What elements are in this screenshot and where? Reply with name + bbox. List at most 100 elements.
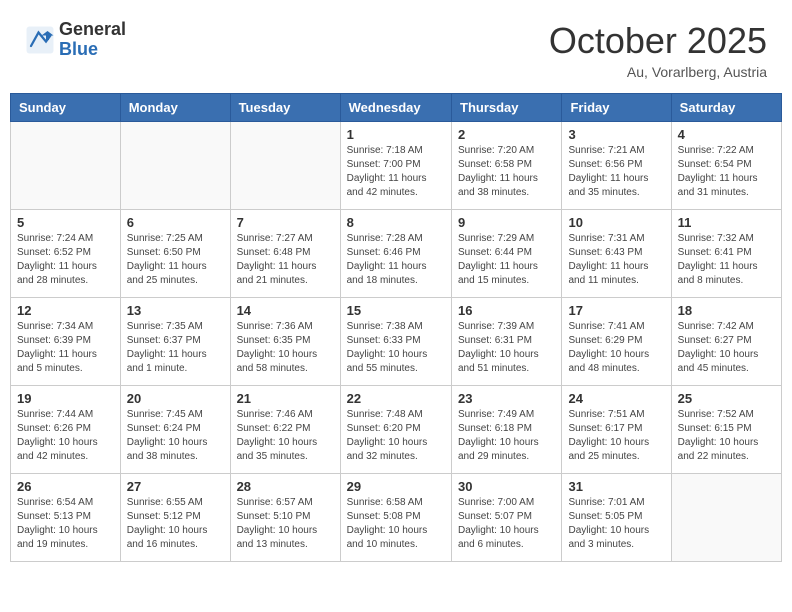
calendar-cell: 10 Sunrise: 7:31 AM Sunset: 6:43 PM Dayli… xyxy=(562,210,671,298)
calendar-cell: 24 Sunrise: 7:51 AM Sunset: 6:17 PM Dayli… xyxy=(562,386,671,474)
logo: General Blue xyxy=(25,20,126,60)
calendar-cell: 29Sunrise: 6:58 AM Sunset: 5:08 PM Dayli… xyxy=(340,474,451,562)
location-subtitle: Au, Vorarlberg, Austria xyxy=(549,64,767,80)
calendar-cell: 11 Sunrise: 7:32 AM Sunset: 6:41 PM Dayli… xyxy=(671,210,781,298)
day-info: Sunrise: 7:36 AM Sunset: 6:35 PM Dayligh… xyxy=(237,320,334,376)
calendar-cell: 27 Sunrise: 6:55 AM Sunset: 5:12 PM Dayli… xyxy=(120,474,230,562)
day-number: 15 xyxy=(347,303,445,318)
day-number: 11 xyxy=(678,215,775,230)
calendar-cell: 9 Sunrise: 7:29 AM Sunset: 6:44 PM Daylig… xyxy=(452,210,562,298)
day-info: Sunrise: 6:54 AM Sunset: 5:13 PM Dayligh… xyxy=(17,496,114,552)
day-number: 17 xyxy=(568,303,664,318)
header-monday: Monday xyxy=(120,94,230,122)
day-number: 30 xyxy=(458,479,555,494)
logo-general-text: General xyxy=(59,20,126,40)
calendar-cell: 22 Sunrise: 7:48 AM Sunset: 6:20 PM Dayli… xyxy=(340,386,451,474)
calendar-cell: 4Sunrise: 7:22 AM Sunset: 6:54 PM Daylig… xyxy=(671,122,781,210)
day-number: 6 xyxy=(127,215,224,230)
calendar-cell: 20 Sunrise: 7:45 AM Sunset: 6:24 PM Dayli… xyxy=(120,386,230,474)
day-number: 12 xyxy=(17,303,114,318)
calendar-cell: 1Sunrise: 7:18 AM Sunset: 7:00 PM Daylig… xyxy=(340,122,451,210)
calendar-week-3: 12Sunrise: 7:34 AM Sunset: 6:39 PM Dayli… xyxy=(11,298,782,386)
day-number: 14 xyxy=(237,303,334,318)
day-number: 4 xyxy=(678,127,775,142)
calendar-table: SundayMondayTuesdayWednesdayThursdayFrid… xyxy=(10,93,782,562)
day-number: 23 xyxy=(458,391,555,406)
day-info: Sunrise: 6:57 AM Sunset: 5:10 PM Dayligh… xyxy=(237,496,334,552)
header-tuesday: Tuesday xyxy=(230,94,340,122)
day-info: Sunrise: 7:32 AM Sunset: 6:41 PM Dayligh… xyxy=(678,232,775,288)
day-number: 5 xyxy=(17,215,114,230)
logo-icon xyxy=(25,25,55,55)
day-number: 31 xyxy=(568,479,664,494)
calendar-week-5: 26 Sunrise: 6:54 AM Sunset: 5:13 PM Dayli… xyxy=(11,474,782,562)
calendar-cell: 6 Sunrise: 7:25 AM Sunset: 6:50 PM Daylig… xyxy=(120,210,230,298)
day-number: 24 xyxy=(568,391,664,406)
day-info: Sunrise: 7:21 AM Sunset: 6:56 PM Dayligh… xyxy=(568,144,664,200)
day-number: 3 xyxy=(568,127,664,142)
calendar-cell: 23Sunrise: 7:49 AM Sunset: 6:18 PM Dayli… xyxy=(452,386,562,474)
calendar-cell xyxy=(120,122,230,210)
logo-blue-text: Blue xyxy=(59,40,126,60)
day-number: 8 xyxy=(347,215,445,230)
day-number: 21 xyxy=(237,391,334,406)
day-number: 25 xyxy=(678,391,775,406)
calendar-cell: 19Sunrise: 7:44 AM Sunset: 6:26 PM Dayli… xyxy=(11,386,121,474)
day-number: 10 xyxy=(568,215,664,230)
page-header: General Blue October 2025 Au, Vorarlberg… xyxy=(10,10,782,85)
calendar-cell: 15 Sunrise: 7:38 AM Sunset: 6:33 PM Dayli… xyxy=(340,298,451,386)
day-info: Sunrise: 7:41 AM Sunset: 6:29 PM Dayligh… xyxy=(568,320,664,376)
header-wednesday: Wednesday xyxy=(340,94,451,122)
day-info: Sunrise: 7:31 AM Sunset: 6:43 PM Dayligh… xyxy=(568,232,664,288)
calendar-cell: 31 Sunrise: 7:01 AM Sunset: 5:05 PM Dayli… xyxy=(562,474,671,562)
day-number: 26 xyxy=(17,479,114,494)
day-number: 27 xyxy=(127,479,224,494)
day-number: 7 xyxy=(237,215,334,230)
day-info: Sunrise: 6:58 AM Sunset: 5:08 PM Dayligh… xyxy=(347,496,445,552)
day-info: Sunrise: 7:18 AM Sunset: 7:00 PM Dayligh… xyxy=(347,144,445,200)
calendar-cell: 8 Sunrise: 7:28 AM Sunset: 6:46 PM Daylig… xyxy=(340,210,451,298)
calendar-cell: 21 Sunrise: 7:46 AM Sunset: 6:22 PM Dayli… xyxy=(230,386,340,474)
day-info: Sunrise: 7:51 AM Sunset: 6:17 PM Dayligh… xyxy=(568,408,664,464)
day-number: 2 xyxy=(458,127,555,142)
day-number: 22 xyxy=(347,391,445,406)
day-info: Sunrise: 7:38 AM Sunset: 6:33 PM Dayligh… xyxy=(347,320,445,376)
day-info: Sunrise: 6:55 AM Sunset: 5:12 PM Dayligh… xyxy=(127,496,224,552)
day-info: Sunrise: 7:27 AM Sunset: 6:48 PM Dayligh… xyxy=(237,232,334,288)
calendar-cell: 25 Sunrise: 7:52 AM Sunset: 6:15 PM Dayli… xyxy=(671,386,781,474)
day-info: Sunrise: 7:25 AM Sunset: 6:50 PM Dayligh… xyxy=(127,232,224,288)
day-number: 20 xyxy=(127,391,224,406)
header-sunday: Sunday xyxy=(11,94,121,122)
calendar-cell xyxy=(11,122,121,210)
day-number: 13 xyxy=(127,303,224,318)
day-info: Sunrise: 7:44 AM Sunset: 6:26 PM Dayligh… xyxy=(17,408,114,464)
day-info: Sunrise: 7:52 AM Sunset: 6:15 PM Dayligh… xyxy=(678,408,775,464)
day-info: Sunrise: 7:48 AM Sunset: 6:20 PM Dayligh… xyxy=(347,408,445,464)
calendar-cell: 18Sunrise: 7:42 AM Sunset: 6:27 PM Dayli… xyxy=(671,298,781,386)
calendar-cell: 13 Sunrise: 7:35 AM Sunset: 6:37 PM Dayli… xyxy=(120,298,230,386)
day-number: 16 xyxy=(458,303,555,318)
calendar-cell: 17 Sunrise: 7:41 AM Sunset: 6:29 PM Dayli… xyxy=(562,298,671,386)
calendar-week-1: 1Sunrise: 7:18 AM Sunset: 7:00 PM Daylig… xyxy=(11,122,782,210)
day-info: Sunrise: 7:28 AM Sunset: 6:46 PM Dayligh… xyxy=(347,232,445,288)
day-info: Sunrise: 7:39 AM Sunset: 6:31 PM Dayligh… xyxy=(458,320,555,376)
header-thursday: Thursday xyxy=(452,94,562,122)
calendar-cell: 3 Sunrise: 7:21 AM Sunset: 6:56 PM Daylig… xyxy=(562,122,671,210)
day-info: Sunrise: 7:00 AM Sunset: 5:07 PM Dayligh… xyxy=(458,496,555,552)
calendar-cell: 16 Sunrise: 7:39 AM Sunset: 6:31 PM Dayli… xyxy=(452,298,562,386)
day-info: Sunrise: 7:46 AM Sunset: 6:22 PM Dayligh… xyxy=(237,408,334,464)
day-info: Sunrise: 7:45 AM Sunset: 6:24 PM Dayligh… xyxy=(127,408,224,464)
day-info: Sunrise: 7:01 AM Sunset: 5:05 PM Dayligh… xyxy=(568,496,664,552)
logo-text: General Blue xyxy=(59,20,126,60)
day-info: Sunrise: 7:35 AM Sunset: 6:37 PM Dayligh… xyxy=(127,320,224,376)
day-info: Sunrise: 7:29 AM Sunset: 6:44 PM Dayligh… xyxy=(458,232,555,288)
calendar-week-2: 5 Sunrise: 7:24 AM Sunset: 6:52 PM Daylig… xyxy=(11,210,782,298)
day-info: Sunrise: 7:24 AM Sunset: 6:52 PM Dayligh… xyxy=(17,232,114,288)
day-number: 9 xyxy=(458,215,555,230)
calendar-cell: 5 Sunrise: 7:24 AM Sunset: 6:52 PM Daylig… xyxy=(11,210,121,298)
calendar-cell: 7 Sunrise: 7:27 AM Sunset: 6:48 PM Daylig… xyxy=(230,210,340,298)
calendar-cell: 30 Sunrise: 7:00 AM Sunset: 5:07 PM Dayli… xyxy=(452,474,562,562)
calendar-week-4: 19Sunrise: 7:44 AM Sunset: 6:26 PM Dayli… xyxy=(11,386,782,474)
day-number: 18 xyxy=(678,303,775,318)
calendar-header-row: SundayMondayTuesdayWednesdayThursdayFrid… xyxy=(11,94,782,122)
